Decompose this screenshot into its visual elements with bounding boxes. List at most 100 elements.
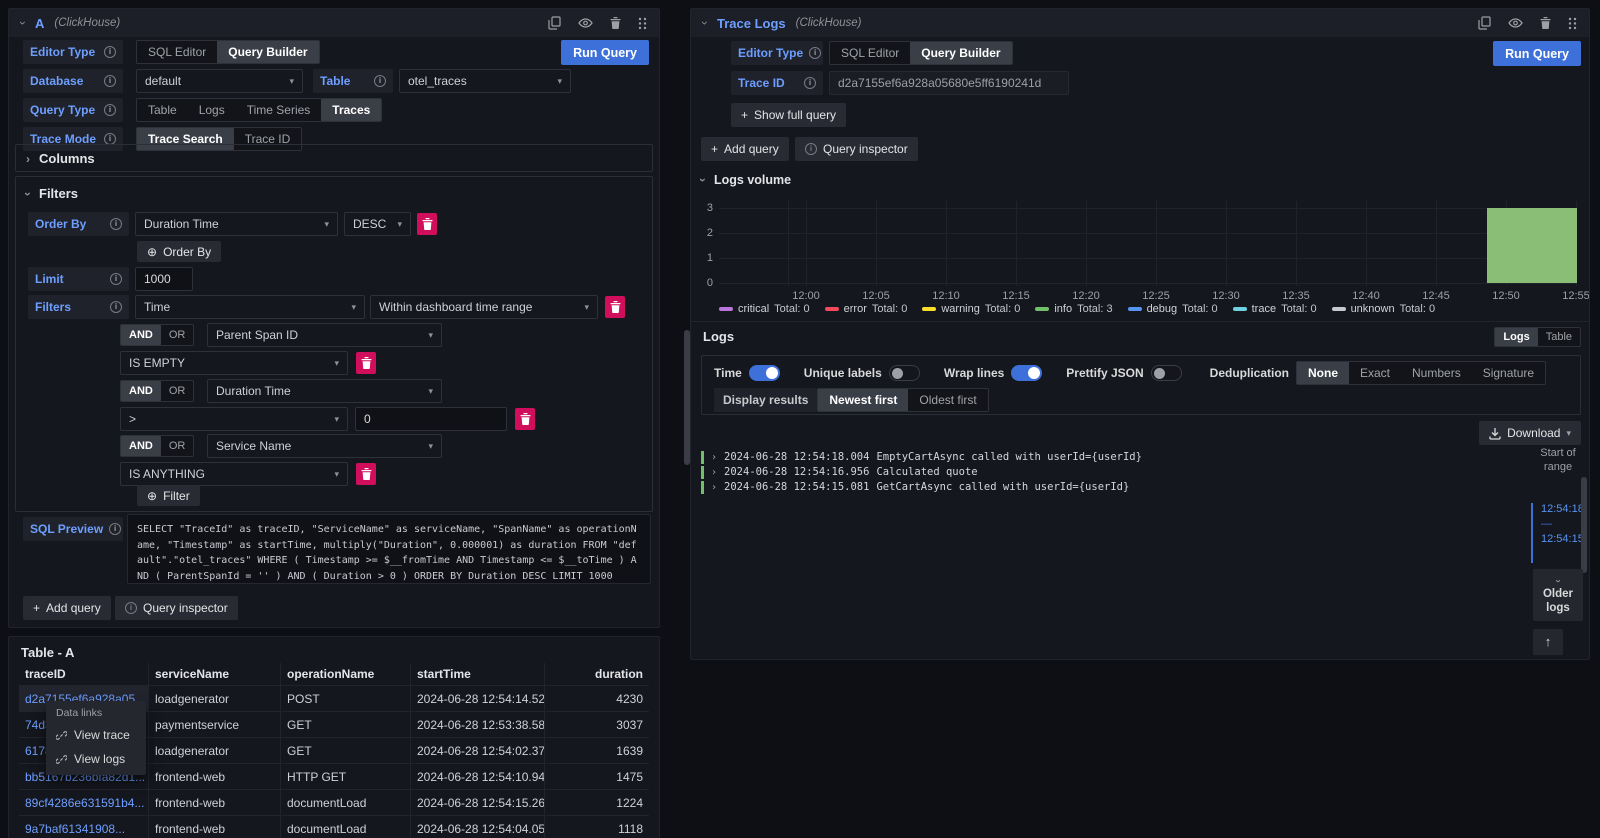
collapse-chevron-icon[interactable]: ›	[699, 21, 711, 25]
logs-volume-header[interactable]: ›Logs volume	[701, 173, 791, 187]
range-start-time[interactable]: 12:54:18	[1541, 503, 1584, 515]
info-icon[interactable]: i	[110, 301, 122, 313]
option-query-builder[interactable]: Query Builder	[910, 42, 1011, 64]
col-header-servicename[interactable]: serviceName	[149, 663, 281, 686]
condition-operator-select[interactable]: >▾	[120, 407, 348, 431]
legend-label-trace[interactable]: trace	[1252, 303, 1276, 315]
collapse-chevron-icon[interactable]: ›	[17, 21, 29, 25]
scroll-to-top-button[interactable]: ↑	[1533, 629, 1563, 655]
older-logs-button[interactable]: › Older logs	[1533, 569, 1583, 621]
info-icon[interactable]: i	[374, 75, 386, 87]
download-button[interactable]: Download ▾	[1479, 421, 1581, 445]
option-traces[interactable]: Traces	[321, 99, 381, 121]
option-or[interactable]: OR	[161, 436, 194, 456]
trace-link[interactable]: 89cf4286e631591b4...	[19, 790, 149, 816]
limit-input[interactable]	[135, 267, 193, 291]
info-icon[interactable]: i	[809, 47, 821, 59]
run-query-button[interactable]: Run Query	[1493, 41, 1581, 66]
option-or[interactable]: OR	[161, 381, 194, 401]
info-icon[interactable]: i	[110, 273, 122, 285]
info-icon[interactable]: i	[104, 75, 116, 87]
legend-label-critical[interactable]: critical	[738, 303, 769, 315]
info-icon[interactable]: i	[110, 218, 122, 230]
col-header-duration[interactable]: duration	[545, 663, 649, 686]
option-none[interactable]: None	[1297, 362, 1349, 384]
expand-chevron-icon[interactable]: ›	[711, 482, 717, 493]
filters-section-header[interactable]: ›Filters	[26, 186, 78, 201]
option-numbers[interactable]: Numbers	[1401, 362, 1472, 384]
show-full-query-button[interactable]: +Show full query	[731, 103, 846, 127]
option-or[interactable]: OR	[161, 325, 194, 345]
condition-field-select[interactable]: Parent Span ID▾	[207, 323, 442, 347]
remove-order-by-button[interactable]	[417, 213, 437, 235]
option-time-series[interactable]: Time Series	[236, 99, 322, 121]
view-logs-menu-item[interactable]: View logs	[46, 747, 146, 771]
unique-labels-toggle[interactable]	[889, 365, 920, 381]
option-sql-editor[interactable]: SQL Editor	[137, 41, 217, 63]
legend-label-error[interactable]: error	[844, 303, 867, 315]
add-query-button[interactable]: +Add query	[23, 596, 111, 620]
remove-condition-button[interactable]	[356, 463, 376, 485]
legend-label-info[interactable]: info	[1054, 303, 1072, 315]
columns-section-header[interactable]: ›Columns	[26, 151, 95, 166]
col-header-starttime[interactable]: startTime	[411, 663, 545, 686]
log-line[interactable]: › 2024-06-28 12:54:15.081 GetCartAsync c…	[701, 480, 1129, 494]
option-exact[interactable]: Exact	[1349, 362, 1401, 384]
col-header-operationname[interactable]: operationName	[281, 663, 411, 686]
option-and[interactable]: AND	[121, 436, 161, 456]
option-logs-view[interactable]: Logs	[1495, 328, 1537, 346]
add-order-by-button[interactable]: ⊕Order By	[137, 241, 221, 262]
time-toggle[interactable]	[749, 365, 780, 381]
option-newest-first[interactable]: Newest first	[818, 389, 908, 411]
query-inspector-button[interactable]: iQuery inspector	[115, 596, 238, 620]
condition-field-select[interactable]: Duration Time▾	[207, 379, 442, 403]
condition-field-select[interactable]: Service Name▾	[207, 434, 442, 458]
info-icon[interactable]: i	[104, 46, 116, 58]
logs-scrollbar[interactable]	[1581, 477, 1587, 573]
filter-operator-select[interactable]: Within dashboard time range▾	[370, 295, 598, 319]
query-inspector-button[interactable]: iQuery inspector	[795, 137, 918, 161]
condition-operator-select[interactable]: IS ANYTHING▾	[120, 462, 348, 486]
trace-id-input[interactable]	[829, 71, 1069, 95]
add-filter-button[interactable]: ⊕Filter	[137, 485, 200, 506]
remove-condition-button[interactable]	[515, 408, 535, 430]
expand-chevron-icon[interactable]: ›	[711, 452, 717, 463]
copy-icon[interactable]	[1478, 16, 1491, 30]
remove-condition-button[interactable]	[356, 352, 376, 374]
log-line[interactable]: › 2024-06-28 12:54:18.004 EmptyCartAsync…	[701, 450, 1142, 464]
option-logs[interactable]: Logs	[188, 99, 236, 121]
drag-handle-icon[interactable]	[638, 17, 647, 30]
option-and[interactable]: AND	[121, 381, 161, 401]
order-direction-select[interactable]: DESC▾	[344, 212, 411, 236]
option-sql-editor[interactable]: SQL Editor	[830, 42, 910, 64]
trash-icon[interactable]	[610, 17, 621, 29]
eye-icon[interactable]	[1508, 18, 1523, 28]
condition-operator-select[interactable]: IS EMPTY▾	[120, 351, 348, 375]
option-oldest-first[interactable]: Oldest first	[908, 389, 987, 411]
col-header-traceid[interactable]: traceID	[19, 663, 149, 686]
trash-icon[interactable]	[1540, 17, 1551, 29]
option-query-builder[interactable]: Query Builder	[217, 41, 318, 63]
info-bar[interactable]	[1487, 208, 1577, 283]
trace-link[interactable]: 9a7baf61341908...	[19, 816, 149, 838]
info-icon[interactable]: i	[804, 77, 816, 89]
legend-label-debug[interactable]: debug	[1147, 303, 1178, 315]
option-and[interactable]: AND	[121, 325, 161, 345]
drag-handle-icon[interactable]	[1568, 17, 1577, 30]
database-select[interactable]: default▾	[136, 69, 303, 93]
wrap-lines-toggle[interactable]	[1011, 365, 1042, 381]
order-by-field-select[interactable]: Duration Time▾	[135, 212, 338, 236]
expand-chevron-icon[interactable]: ›	[711, 467, 717, 478]
view-trace-menu-item[interactable]: View trace	[46, 723, 146, 747]
run-query-button[interactable]: Run Query	[561, 40, 649, 65]
option-table-view[interactable]: Table	[1538, 328, 1580, 346]
log-line[interactable]: › 2024-06-28 12:54:16.956 Calculated quo…	[701, 465, 978, 479]
info-icon[interactable]: i	[109, 523, 121, 535]
copy-icon[interactable]	[548, 16, 561, 30]
legend-label-unknown[interactable]: unknown	[1351, 303, 1395, 315]
add-query-button[interactable]: +Add query	[701, 137, 789, 161]
option-signature[interactable]: Signature	[1472, 362, 1545, 384]
prettify-json-toggle[interactable]	[1151, 365, 1182, 381]
legend-label-warning[interactable]: warning	[941, 303, 980, 315]
condition-value-input[interactable]	[355, 407, 507, 431]
